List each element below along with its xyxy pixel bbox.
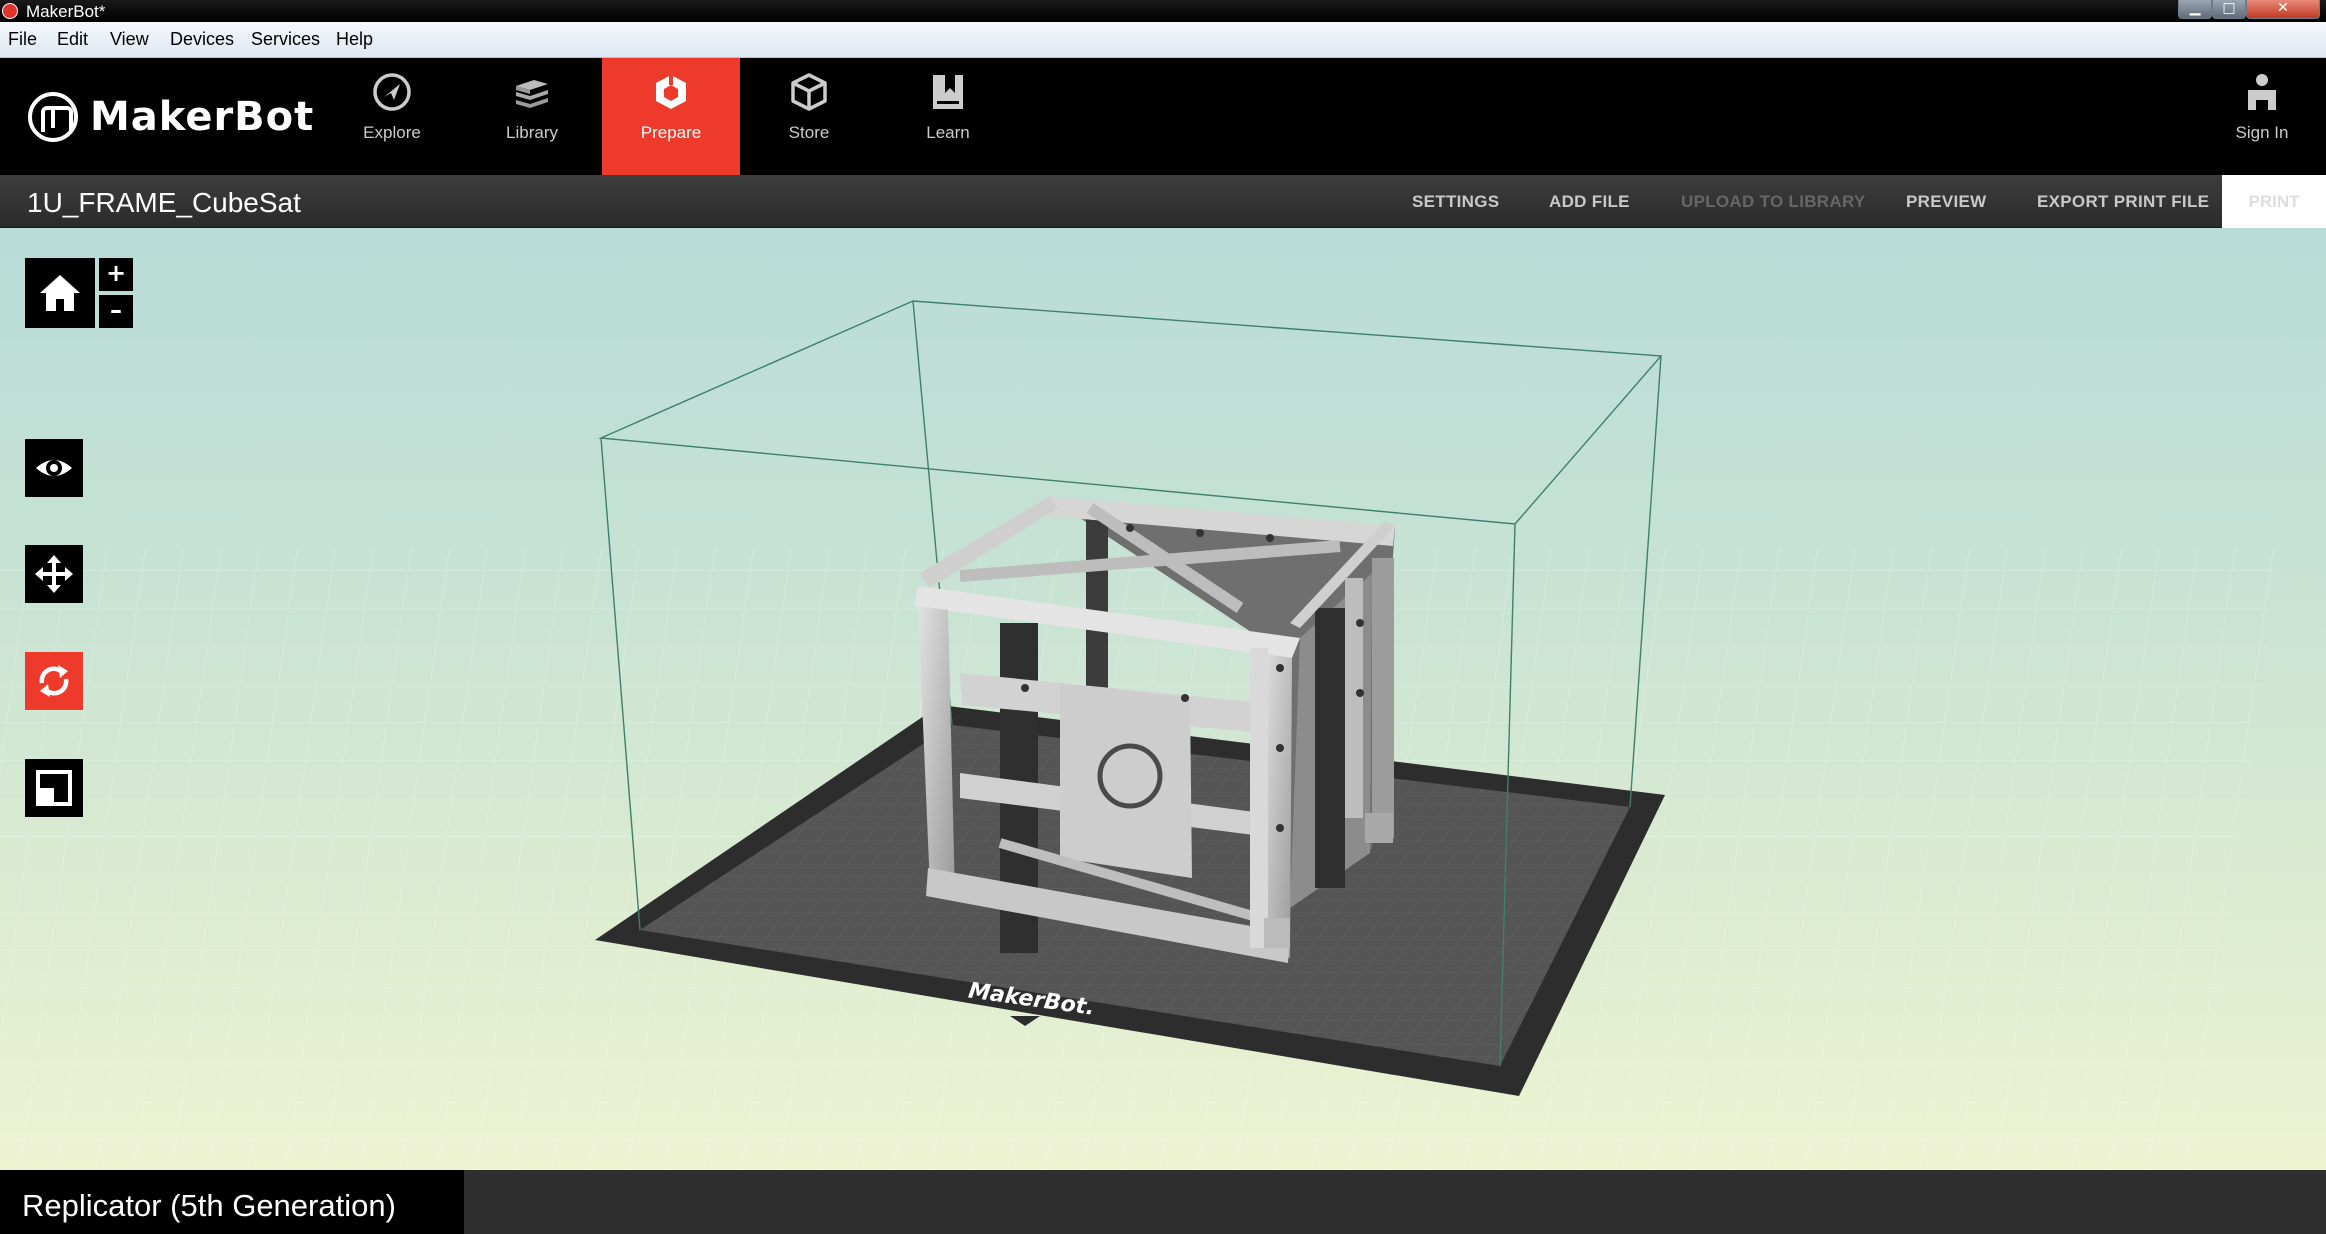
prepare-icon [656,75,686,109]
add-file-button[interactable]: ADD FILE [1549,192,1630,212]
project-toolbar: 1U_FRAME_CubeSat SETTINGS ADD FILE UPLOA… [0,175,2326,228]
home-icon [40,275,80,311]
makerbot-logo-icon [28,92,78,142]
home-view-button[interactable] [25,258,95,328]
tab-explore-label: Explore [363,123,421,142]
upload-to-library-button[interactable]: UPLOAD TO LIBRARY [1681,192,1866,212]
menu-view[interactable]: View [110,29,149,50]
menu-bar: File Edit View Devices Services Help [0,22,2326,58]
brand-name: MakerBot [90,94,315,140]
scale-tool-button[interactable] [25,759,83,817]
print-button[interactable]: PRINT [2222,175,2326,228]
window-title: MakerBot* [26,2,106,21]
tab-learn[interactable]: Learn [879,58,1017,175]
tab-explore[interactable]: Explore [323,58,461,175]
makerbot-logo[interactable]: MakerBot [28,92,314,142]
preview-button[interactable]: PREVIEW [1906,192,1987,212]
user-icon [2248,74,2276,110]
move-icon [35,555,73,593]
menu-services[interactable]: Services [251,29,320,50]
rotate-icon [39,665,69,697]
window-titlebar: MakerBot* ▁ □ ✕ [0,0,2326,22]
printer-selector[interactable]: Replicator (5th Generation) [0,1170,464,1234]
zoom-out-button[interactable]: – [99,295,133,328]
app-header: MakerBot Explore Library Prepare Store L… [0,58,2326,175]
tab-prepare-label: Prepare [640,123,702,142]
sign-in-label: Sign In [2235,123,2289,142]
compass-icon [373,73,411,111]
build-scene: MakerBot. [0,300,2282,1170]
tab-library[interactable]: Library [463,58,601,175]
learn-icon [933,75,963,109]
move-tool-button[interactable] [25,545,83,603]
status-bar: Replicator (5th Generation) [0,1170,2326,1234]
zoom-in-button[interactable]: + [99,258,133,291]
menu-file[interactable]: File [8,29,37,50]
menu-help[interactable]: Help [336,29,373,50]
project-filename: 1U_FRAME_CubeSat [27,187,301,218]
close-button[interactable]: ✕ [2246,0,2320,19]
library-icon [516,80,548,108]
minimize-button[interactable]: ▁ [2178,0,2212,19]
sign-in-button[interactable]: Sign In [2222,58,2302,175]
tab-library-label: Library [506,123,558,142]
tab-store-label: Store [788,123,830,142]
store-icon [791,73,827,111]
tab-store[interactable]: Store [740,58,878,175]
view-icon [36,460,72,476]
view-tool-button[interactable] [25,439,83,497]
menu-edit[interactable]: Edit [57,29,88,50]
scale-icon [36,770,72,806]
export-print-file-button[interactable]: EXPORT PRINT FILE [2037,192,2209,212]
tab-learn-label: Learn [926,123,970,142]
build-viewport[interactable]: MakerBot. + – [0,228,2326,1170]
settings-button[interactable]: SETTINGS [1412,192,1499,212]
maximize-button[interactable]: □ [2212,0,2246,19]
rotate-tool-button[interactable] [25,652,83,710]
tab-prepare[interactable]: Prepare [602,58,740,175]
makerbot-app-icon [2,3,18,19]
menu-devices[interactable]: Devices [170,29,234,50]
